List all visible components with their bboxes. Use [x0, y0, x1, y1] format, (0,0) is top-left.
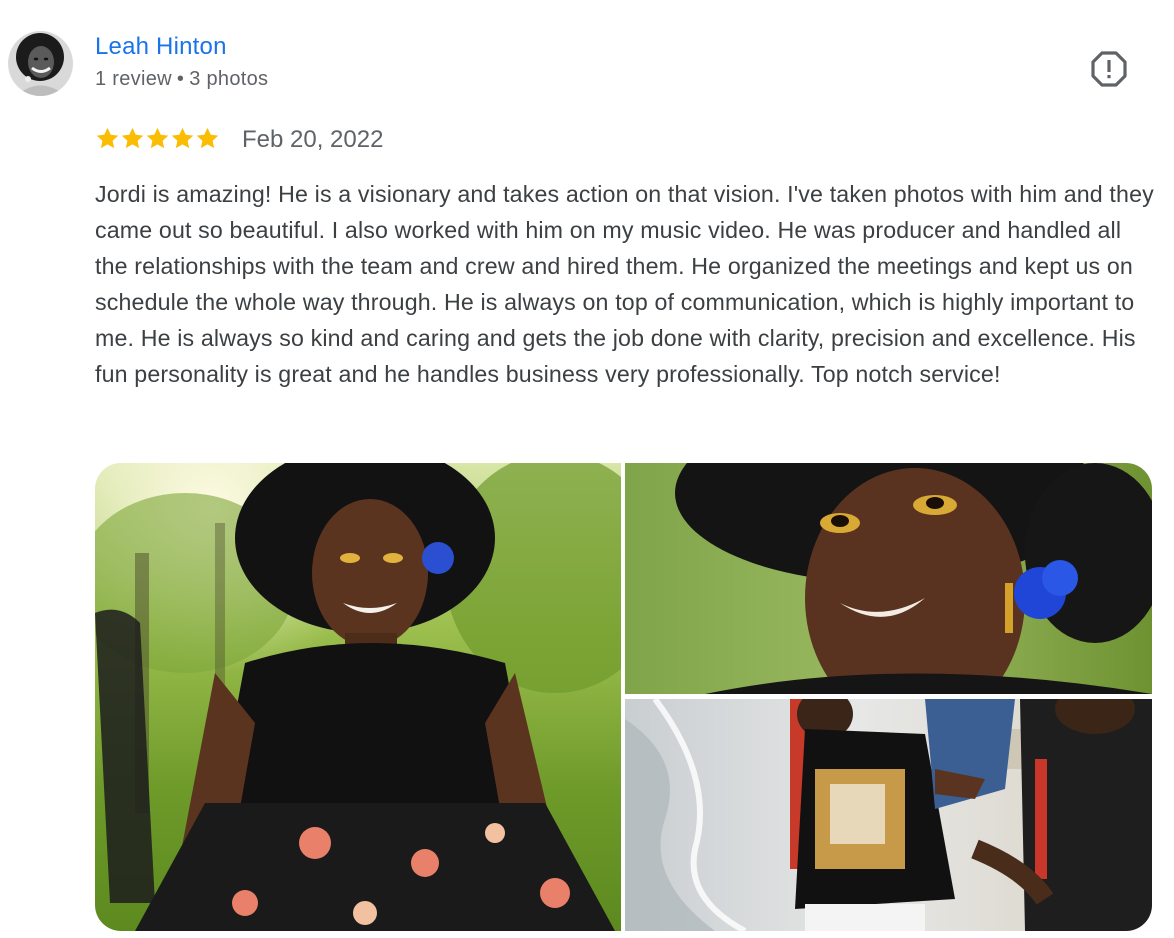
review-card: Leah Hinton 1 review • 3 photos Feb 20, 20… — [0, 0, 1174, 938]
review-photo-1[interactable] — [95, 463, 621, 931]
review-count: 1 review — [95, 68, 172, 90]
review-text: Jordi is amazing! He is a visionary and … — [95, 181, 1154, 387]
meta-separator: • — [176, 68, 185, 90]
review-photos — [95, 463, 1152, 931]
report-button[interactable] — [1090, 50, 1128, 88]
avatar-image — [8, 31, 73, 96]
star-icon — [146, 127, 169, 149]
review-photo-3[interactable] — [625, 699, 1152, 931]
photo-count: 3 photos — [189, 68, 269, 90]
photo-portrait-closeup — [625, 463, 1152, 694]
author-meta: 1 review • 3 photos — [95, 68, 268, 91]
photo-beach-crew — [625, 699, 1152, 931]
author-avatar[interactable] — [8, 31, 73, 96]
review-date: Feb 20, 2022 — [242, 126, 384, 153]
report-icon — [1091, 51, 1127, 87]
star-icon — [171, 127, 194, 149]
author-name[interactable]: Leah Hinton — [95, 33, 227, 61]
star-icon — [121, 127, 144, 149]
star-rating — [95, 126, 220, 154]
star-icon — [196, 127, 219, 149]
photo-portrait-seated-park — [95, 463, 621, 931]
review-photo-2[interactable] — [625, 463, 1152, 694]
star-icon — [96, 127, 119, 149]
